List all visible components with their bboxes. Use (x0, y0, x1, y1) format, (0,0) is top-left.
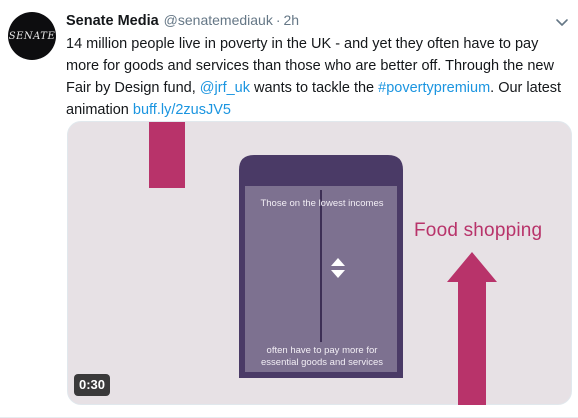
panel-bottom-caption: often have to pay more for essential goo… (248, 345, 396, 369)
panel-bottom-line1: often have to pay more for (266, 345, 378, 356)
tweet-card[interactable]: SENATE Senate Media @senatemediauk · 2h … (0, 0, 578, 418)
pink-bar (149, 122, 185, 188)
food-shopping-label: Food shopping (414, 220, 543, 241)
panel-top-caption: Those on the lowest incomes (260, 198, 384, 209)
panel-bottom-line2: essential goods and services (261, 357, 383, 368)
up-arrow-icon (447, 252, 497, 405)
video-duration-badge: 0:30 (74, 374, 111, 396)
